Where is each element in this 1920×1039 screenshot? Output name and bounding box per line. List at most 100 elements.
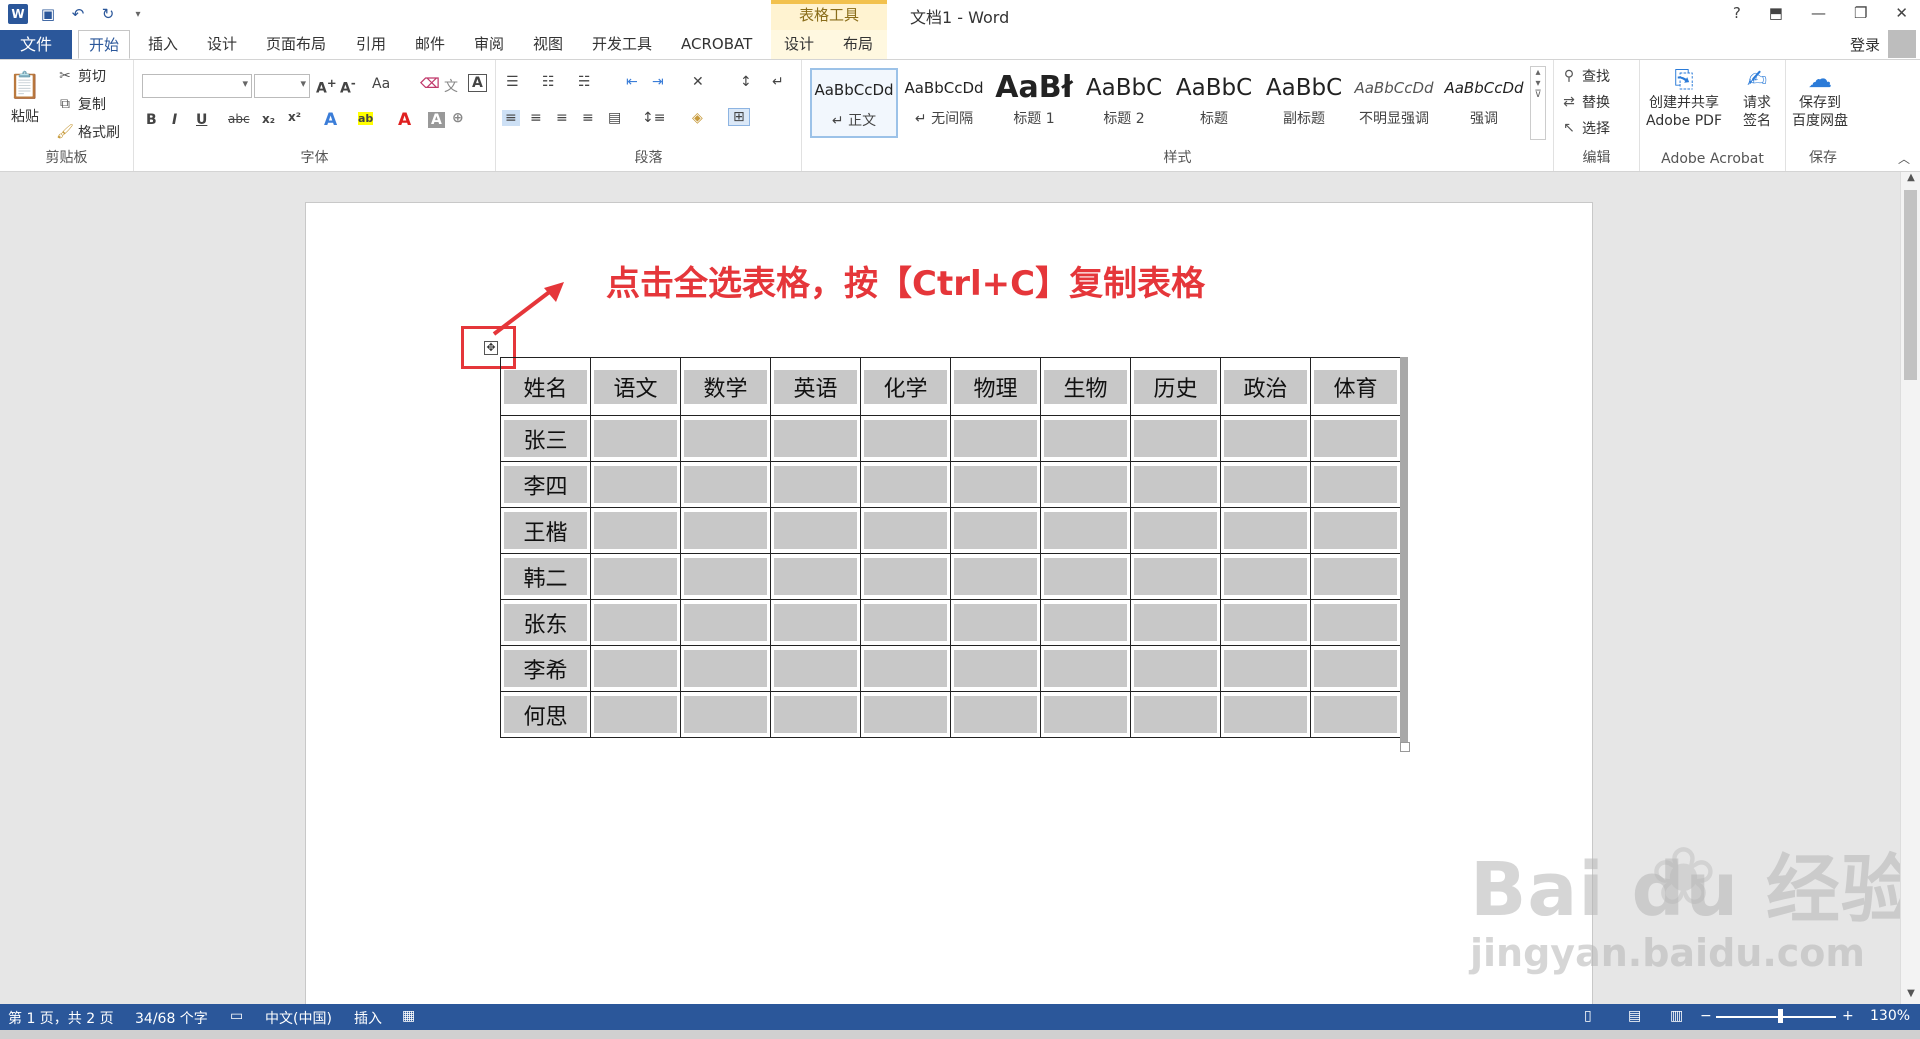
header-cell[interactable]: 姓名 — [500, 357, 591, 416]
style-heading-1[interactable]: AaBł 标题 1 — [990, 68, 1078, 138]
undo-icon[interactable]: ↶ — [68, 4, 88, 24]
table-cell[interactable] — [1130, 691, 1221, 738]
table-cell[interactable] — [860, 553, 951, 600]
char-shading-icon[interactable]: A — [428, 112, 445, 128]
tab-mailings[interactable]: 邮件 — [405, 30, 455, 59]
table-move-handle-icon[interactable]: ✥ — [484, 341, 498, 355]
style-heading-2[interactable]: AaBbC 标题 2 — [1080, 68, 1168, 138]
save-icon[interactable]: ▣ — [38, 4, 58, 24]
zoom-slider-thumb[interactable] — [1778, 1009, 1783, 1023]
read-mode-icon[interactable]: ▯ — [1584, 1008, 1592, 1024]
table-cell[interactable] — [680, 691, 771, 738]
table-cell[interactable]: 何思 — [500, 691, 591, 738]
table-cell[interactable] — [680, 645, 771, 692]
table-cell[interactable] — [1040, 553, 1131, 600]
tab-page-layout[interactable]: 页面布局 — [256, 30, 336, 59]
shading-icon[interactable]: ◈ — [692, 110, 703, 126]
table-cell[interactable] — [1130, 461, 1221, 508]
table-cell[interactable] — [770, 507, 861, 554]
language-indicator[interactable]: 中文(中国) — [265, 1008, 332, 1028]
enclose-chars-icon[interactable]: ⊕ — [452, 110, 464, 126]
create-pdf-button[interactable]: ⎘ 创建并共享 Adobe PDF — [1646, 64, 1722, 130]
bold-icon[interactable]: B — [146, 112, 157, 128]
table-cell[interactable] — [860, 691, 951, 738]
font-size-combo[interactable] — [254, 74, 310, 98]
header-cell[interactable]: 语文 — [590, 357, 681, 416]
minimize-icon[interactable]: — — [1811, 4, 1826, 22]
web-layout-icon[interactable]: ▥ — [1670, 1008, 1683, 1024]
table-cell[interactable] — [950, 645, 1041, 692]
table-cell[interactable] — [770, 691, 861, 738]
style-normal[interactable]: AaBbCcDd ↵ 正文 — [810, 68, 898, 138]
table-cell[interactable] — [1130, 645, 1221, 692]
table-cell[interactable] — [1220, 691, 1311, 738]
style-subtle-emphasis[interactable]: AaBbCcDd 不明显强调 — [1350, 68, 1438, 138]
table-cell[interactable] — [590, 645, 681, 692]
align-right-icon[interactable]: ≡ — [556, 110, 568, 126]
vertical-scrollbar[interactable]: ▲ ▼ — [1900, 172, 1920, 1004]
table-cell[interactable] — [1310, 415, 1401, 462]
table-cell[interactable] — [590, 507, 681, 554]
table-cell[interactable]: 韩二 — [500, 553, 591, 600]
header-cell[interactable]: 数学 — [680, 357, 771, 416]
table-cell[interactable] — [680, 507, 771, 554]
table-cell[interactable] — [590, 415, 681, 462]
line-spacing-icon[interactable]: ↕≡ — [642, 110, 665, 126]
table-cell[interactable] — [770, 645, 861, 692]
header-cell[interactable]: 历史 — [1130, 357, 1221, 416]
replace-button[interactable]: ⇄ 替换 — [1560, 92, 1610, 112]
table-cell[interactable] — [1220, 645, 1311, 692]
zoom-level[interactable]: 130% — [1870, 1008, 1910, 1024]
header-cell[interactable]: 政治 — [1220, 357, 1311, 416]
table-cell[interactable] — [1040, 461, 1131, 508]
collapse-ribbon-icon[interactable]: ︿ — [1898, 150, 1910, 167]
insert-mode[interactable]: 插入 — [354, 1008, 382, 1028]
table-cell[interactable] — [860, 645, 951, 692]
login-link[interactable]: 登录 — [1850, 34, 1880, 55]
table-cell[interactable] — [1040, 599, 1131, 646]
chinese-layout-icon[interactable]: ✕ — [692, 74, 704, 90]
table-cell[interactable] — [770, 415, 861, 462]
table-cell[interactable] — [860, 507, 951, 554]
scroll-down-icon[interactable]: ▼ — [1901, 988, 1920, 1004]
table-cell[interactable] — [590, 691, 681, 738]
table-cell[interactable] — [590, 599, 681, 646]
table-cell[interactable] — [1220, 461, 1311, 508]
table-cell[interactable] — [680, 599, 771, 646]
close-icon[interactable]: ✕ — [1895, 4, 1908, 22]
tab-table-layout[interactable]: 布局 — [833, 30, 883, 59]
tab-review[interactable]: 审阅 — [464, 30, 514, 59]
table-cell[interactable] — [950, 553, 1041, 600]
strikethrough-icon[interactable]: abc — [228, 112, 250, 126]
table-cell[interactable]: 王楷 — [500, 507, 591, 554]
format-painter-button[interactable]: 🖌 格式刷 — [56, 122, 120, 142]
table-cell[interactable]: 张三 — [500, 415, 591, 462]
sort-icon[interactable]: ↕ — [740, 74, 752, 90]
proofing-icon[interactable]: ▭ — [230, 1008, 243, 1024]
ribbon-display-icon[interactable]: ⬒ — [1769, 4, 1783, 22]
tab-table-design[interactable]: 设计 — [774, 30, 824, 59]
show-marks-icon[interactable]: ↵ — [772, 74, 784, 90]
tab-insert[interactable]: 插入 — [138, 30, 188, 59]
table-cell[interactable] — [680, 553, 771, 600]
shrink-font-icon[interactable]: A- — [340, 76, 356, 97]
cut-button[interactable]: ✂ 剪切 — [56, 66, 106, 86]
restore-icon[interactable]: ❐ — [1854, 4, 1867, 22]
tab-acrobat[interactable]: ACROBAT — [671, 30, 762, 59]
multilevel-list-icon[interactable]: ☵ — [578, 74, 591, 90]
align-center-icon[interactable]: ≡ — [530, 110, 542, 126]
header-cell[interactable]: 生物 — [1040, 357, 1131, 416]
decrease-indent-icon[interactable]: ⇤ — [626, 74, 638, 90]
style-emphasis[interactable]: AaBbCcDd 强调 — [1440, 68, 1528, 138]
grow-font-icon[interactable]: A+ — [316, 76, 337, 97]
table-cell[interactable] — [1220, 507, 1311, 554]
table-cell[interactable] — [950, 415, 1041, 462]
align-left-icon[interactable]: ≡ — [502, 110, 520, 126]
score-table[interactable]: 姓名 语文 数学 英语 化学 物理 生物 历史 政治 体育 张三 李四 王楷 韩… — [500, 357, 1401, 738]
redo-icon[interactable]: ↻ — [98, 4, 118, 24]
char-border-icon[interactable]: A — [468, 74, 487, 92]
table-cell[interactable] — [860, 461, 951, 508]
style-subtitle[interactable]: AaBbC 副标题 — [1260, 68, 1348, 138]
table-cell[interactable] — [1040, 691, 1131, 738]
table-cell[interactable] — [1310, 507, 1401, 554]
